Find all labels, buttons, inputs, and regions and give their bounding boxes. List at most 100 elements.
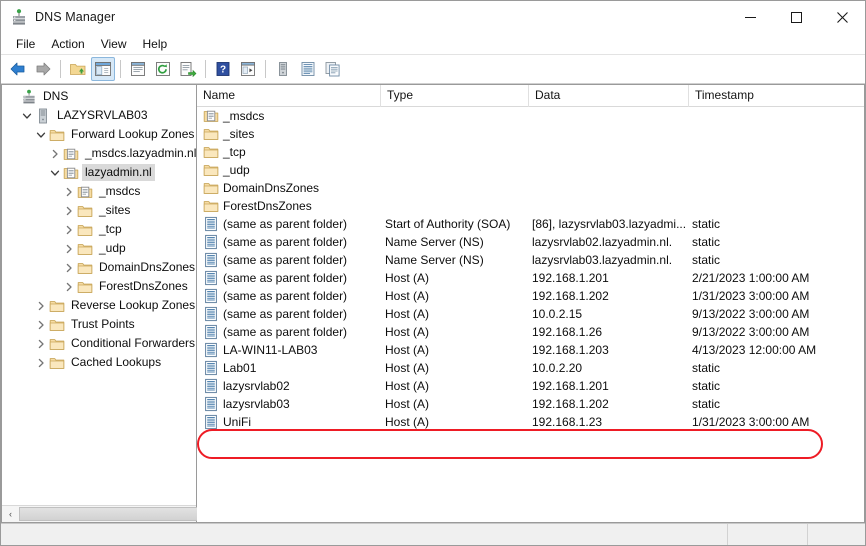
- table-row[interactable]: (same as parent folder)Host (A)10.0.2.15…: [197, 305, 864, 323]
- new-server-icon[interactable]: [271, 57, 295, 81]
- table-row[interactable]: (same as parent folder)Host (A)192.168.1…: [197, 269, 864, 287]
- cell-name: _msdcs: [197, 108, 381, 124]
- chevron-right-icon[interactable]: [33, 334, 49, 353]
- chevron-right-icon[interactable]: [33, 353, 49, 372]
- table-row[interactable]: Lab01Host (A)10.0.2.20static: [197, 359, 864, 377]
- tree-item-domaindnszones[interactable]: DomainDnsZones: [2, 258, 196, 277]
- tree-item-lazyadmin-nl[interactable]: lazyadmin.nl: [2, 163, 196, 182]
- chevron-right-icon[interactable]: [61, 182, 77, 201]
- tree-item-forestdnszones[interactable]: ForestDnsZones: [2, 277, 196, 296]
- table-row[interactable]: UniFiHost (A)192.168.1.231/31/2023 3:00:…: [197, 413, 864, 431]
- tree-item-msdcs[interactable]: _msdcs: [2, 182, 196, 201]
- record-icon: [203, 216, 219, 232]
- folder-icon: [49, 336, 65, 352]
- table-row[interactable]: LA-WIN11-LAB03Host (A)192.168.1.2034/13/…: [197, 341, 864, 359]
- table-row[interactable]: DomainDnsZones: [197, 179, 864, 197]
- tree-item-dns[interactable]: DNS: [2, 87, 196, 106]
- up-one-level-icon[interactable]: [66, 57, 90, 81]
- tree-item-lazysrvlab03[interactable]: LAZYSRVLAB03: [2, 106, 196, 125]
- table-row[interactable]: _tcp: [197, 143, 864, 161]
- record-data: lazysrvlab02.lazyadmin.nl.: [529, 235, 689, 249]
- chevron-right-icon[interactable]: [61, 201, 77, 220]
- properties-icon[interactable]: [126, 57, 150, 81]
- menu-help[interactable]: Help: [135, 34, 176, 54]
- table-row[interactable]: (same as parent folder)Start of Authorit…: [197, 215, 864, 233]
- record-name: (same as parent folder): [223, 217, 347, 231]
- table-row[interactable]: (same as parent folder)Host (A)192.168.1…: [197, 323, 864, 341]
- chevron-right-icon[interactable]: [33, 315, 49, 334]
- table-row[interactable]: _msdcs: [197, 107, 864, 125]
- tree-item-label: Reverse Lookup Zones: [68, 297, 196, 314]
- minimize-button[interactable]: [727, 1, 773, 33]
- column-header-data[interactable]: Data: [529, 85, 689, 107]
- tree-item-udp[interactable]: _udp: [2, 239, 196, 258]
- column-header-name[interactable]: Name: [197, 85, 381, 107]
- menu-file[interactable]: File: [8, 34, 43, 54]
- table-row[interactable]: lazysrvlab02Host (A)192.168.1.201static: [197, 377, 864, 395]
- refresh-icon[interactable]: [151, 57, 175, 81]
- record-name: (same as parent folder): [223, 235, 347, 249]
- console-tree[interactable]: DNSLAZYSRVLAB03Forward Lookup Zones_msdc…: [2, 85, 196, 505]
- export-list-icon[interactable]: [176, 57, 200, 81]
- chevron-right-icon[interactable]: [33, 296, 49, 315]
- table-row[interactable]: (same as parent folder)Name Server (NS)l…: [197, 251, 864, 269]
- window-title: DNS Manager: [35, 10, 115, 24]
- cell-name: ForestDnsZones: [197, 198, 381, 214]
- close-button[interactable]: [819, 1, 865, 33]
- menu-action[interactable]: Action: [43, 34, 92, 54]
- record-icon: [203, 252, 219, 268]
- table-row[interactable]: (same as parent folder)Host (A)192.168.1…: [197, 287, 864, 305]
- copy-icon[interactable]: [321, 57, 345, 81]
- tree-item-sites[interactable]: _sites: [2, 201, 196, 220]
- tree-horizontal-scrollbar[interactable]: ‹ ›: [2, 505, 196, 522]
- record-data: 192.168.1.202: [529, 289, 689, 303]
- run-action-icon[interactable]: [236, 57, 260, 81]
- folder-icon: [77, 203, 93, 219]
- table-row[interactable]: _sites: [197, 125, 864, 143]
- chevron-right-icon[interactable]: [61, 239, 77, 258]
- record-timestamp: static: [689, 397, 864, 411]
- tree-item-forward-lookup-zones[interactable]: Forward Lookup Zones: [2, 125, 196, 144]
- tree-item-conditional-forwarders[interactable]: Conditional Forwarders: [2, 334, 196, 353]
- cell-name: (same as parent folder): [197, 288, 381, 304]
- help-icon[interactable]: ?: [211, 57, 235, 81]
- table-row[interactable]: ForestDnsZones: [197, 197, 864, 215]
- chevron-down-icon[interactable]: [19, 106, 35, 125]
- tree-item-msdcs-lazyadmin-nl[interactable]: _msdcs.lazyadmin.nl: [2, 144, 196, 163]
- chevron-down-icon[interactable]: [47, 163, 63, 182]
- chevron-right-icon[interactable]: [61, 277, 77, 296]
- record-icon: [203, 324, 219, 340]
- chevron-down-icon[interactable]: [33, 125, 49, 144]
- tree-spacer: [5, 87, 21, 106]
- toolbar: ?: [1, 55, 865, 84]
- new-zone-icon[interactable]: [296, 57, 320, 81]
- tree-item-trust-points[interactable]: Trust Points: [2, 315, 196, 334]
- record-name: DomainDnsZones: [223, 181, 319, 195]
- table-row[interactable]: lazysrvlab03Host (A)192.168.1.202static: [197, 395, 864, 413]
- tree-item-reverse-lookup-zones[interactable]: Reverse Lookup Zones: [2, 296, 196, 315]
- table-row[interactable]: _udp: [197, 161, 864, 179]
- show-hide-console-tree-icon[interactable]: [91, 57, 115, 81]
- cell-name: (same as parent folder): [197, 324, 381, 340]
- status-text: [1, 524, 727, 545]
- column-header-timestamp[interactable]: Timestamp: [689, 85, 864, 107]
- window-controls: [727, 1, 865, 33]
- chevron-right-icon[interactable]: [47, 144, 63, 163]
- forward-icon[interactable]: [31, 57, 55, 81]
- scroll-left-arrow[interactable]: ‹: [2, 506, 19, 522]
- record-name: ForestDnsZones: [223, 199, 312, 213]
- column-header-type[interactable]: Type: [381, 85, 529, 107]
- record-name: _sites: [223, 127, 254, 141]
- record-name: Lab01: [223, 361, 256, 375]
- tree-item-cached-lookups[interactable]: Cached Lookups: [2, 353, 196, 372]
- records-list[interactable]: _msdcs _sites _tcp_udp DomainDnsZones Forest…: [197, 107, 864, 522]
- maximize-button[interactable]: [773, 1, 819, 33]
- chevron-right-icon[interactable]: [61, 258, 77, 277]
- chevron-right-icon[interactable]: [61, 220, 77, 239]
- back-icon[interactable]: [6, 57, 30, 81]
- table-row[interactable]: (same as parent folder)Name Server (NS)l…: [197, 233, 864, 251]
- tree-item-tcp[interactable]: _tcp: [2, 220, 196, 239]
- tree-item-label: lazyadmin.nl: [82, 164, 155, 181]
- menu-view[interactable]: View: [93, 34, 135, 54]
- record-data: 192.168.1.201: [529, 271, 689, 285]
